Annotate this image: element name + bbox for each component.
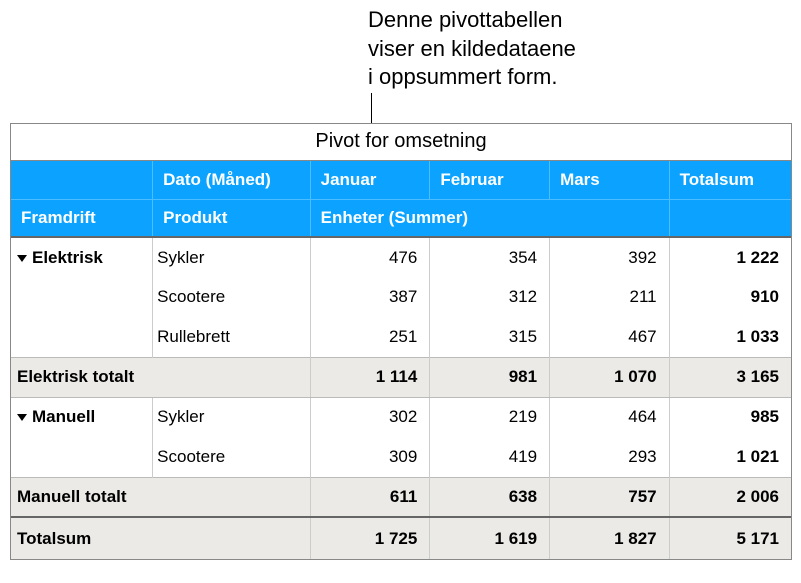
- subtotal-cell: 1 070: [550, 357, 670, 397]
- header-month-feb[interactable]: Februar: [430, 161, 550, 199]
- subtotal-label: Manuell totalt: [11, 477, 310, 517]
- header-month-jan[interactable]: Januar: [310, 161, 430, 199]
- subtotal-cell: 1 114: [310, 357, 430, 397]
- group-toggle-manuell[interactable]: Manuell: [11, 397, 153, 437]
- header-category[interactable]: Framdrift: [11, 199, 153, 237]
- value-cell: 467: [550, 317, 670, 357]
- table-row: Rullebrett 251 315 467 1 033: [11, 317, 791, 357]
- grand-total-cell: 1 827: [550, 517, 670, 559]
- header-date[interactable]: Dato (Måned): [153, 161, 310, 199]
- callout-connector: [371, 93, 372, 123]
- value-cell: 251: [310, 317, 430, 357]
- product-cell: Scootere: [153, 277, 310, 317]
- header-total[interactable]: Totalsum: [669, 161, 791, 199]
- value-cell: 476: [310, 237, 430, 277]
- header-row-months: Dato (Måned) Januar Februar Mars Totalsu…: [11, 161, 791, 199]
- callout-line: i oppsummert form.: [368, 63, 576, 92]
- value-cell: 387: [310, 277, 430, 317]
- value-cell: 211: [550, 277, 670, 317]
- subtotal-cell: 638: [430, 477, 550, 517]
- value-cell: 219: [430, 397, 550, 437]
- grand-total-cell: 1 619: [430, 517, 550, 559]
- grand-total-total-cell: 5 171: [669, 517, 791, 559]
- group-spacer: [11, 437, 153, 477]
- table-row: Manuell Sykler 302 219 464 985: [11, 397, 791, 437]
- value-cell: 392: [550, 237, 670, 277]
- value-cell: 419: [430, 437, 550, 477]
- row-total-cell: 1 021: [669, 437, 791, 477]
- table-row: Scootere 387 312 211 910: [11, 277, 791, 317]
- product-cell: Rullebrett: [153, 317, 310, 357]
- subtotal-label: Elektrisk totalt: [11, 357, 310, 397]
- chevron-down-icon: [17, 414, 27, 421]
- subtotal-row: Elektrisk totalt 1 114 981 1 070 3 165: [11, 357, 791, 397]
- header-product[interactable]: Produkt: [153, 199, 310, 237]
- subtotal-total-cell: 2 006: [669, 477, 791, 517]
- value-cell: 464: [550, 397, 670, 437]
- product-cell: Scootere: [153, 437, 310, 477]
- subtotal-cell: 981: [430, 357, 550, 397]
- group-name: Elektrisk: [32, 248, 103, 267]
- product-cell: Sykler: [153, 397, 310, 437]
- pivot-table: Pivot for omsetning Dato (Måned) Januar …: [10, 123, 792, 560]
- product-cell: Sykler: [153, 237, 310, 277]
- group-toggle-elektrisk[interactable]: Elektrisk: [11, 237, 153, 277]
- subtotal-cell: 757: [550, 477, 670, 517]
- chevron-down-icon: [17, 255, 27, 262]
- table-row: Elektrisk Sykler 476 354 392 1 222: [11, 237, 791, 277]
- row-total-cell: 985: [669, 397, 791, 437]
- value-cell: 309: [310, 437, 430, 477]
- row-total-cell: 1 222: [669, 237, 791, 277]
- header-blank-right: [669, 199, 791, 237]
- callout-line: viser en kildedataene: [368, 35, 576, 64]
- header-measure[interactable]: Enheter (Summer): [310, 199, 669, 237]
- group-spacer: [11, 277, 153, 317]
- subtotal-cell: 611: [310, 477, 430, 517]
- group-spacer: [11, 317, 153, 357]
- row-total-cell: 910: [669, 277, 791, 317]
- row-total-cell: 1 033: [669, 317, 791, 357]
- value-cell: 354: [430, 237, 550, 277]
- header-month-mar[interactable]: Mars: [550, 161, 670, 199]
- table-row: Scootere 309 419 293 1 021: [11, 437, 791, 477]
- pivot-title: Pivot for omsetning: [11, 124, 791, 161]
- value-cell: 293: [550, 437, 670, 477]
- header-row-fields: Framdrift Produkt Enheter (Summer): [11, 199, 791, 237]
- subtotal-row: Manuell totalt 611 638 757 2 006: [11, 477, 791, 517]
- grand-total-cell: 1 725: [310, 517, 430, 559]
- subtotal-total-cell: 3 165: [669, 357, 791, 397]
- value-cell: 302: [310, 397, 430, 437]
- callout-text: Denne pivottabellen viser en kildedataen…: [368, 6, 576, 92]
- grand-total-label: Totalsum: [11, 517, 310, 559]
- callout-line: Denne pivottabellen: [368, 6, 576, 35]
- group-name: Manuell: [32, 407, 95, 426]
- value-cell: 315: [430, 317, 550, 357]
- grand-total-row: Totalsum 1 725 1 619 1 827 5 171: [11, 517, 791, 559]
- value-cell: 312: [430, 277, 550, 317]
- header-blank: [11, 161, 153, 199]
